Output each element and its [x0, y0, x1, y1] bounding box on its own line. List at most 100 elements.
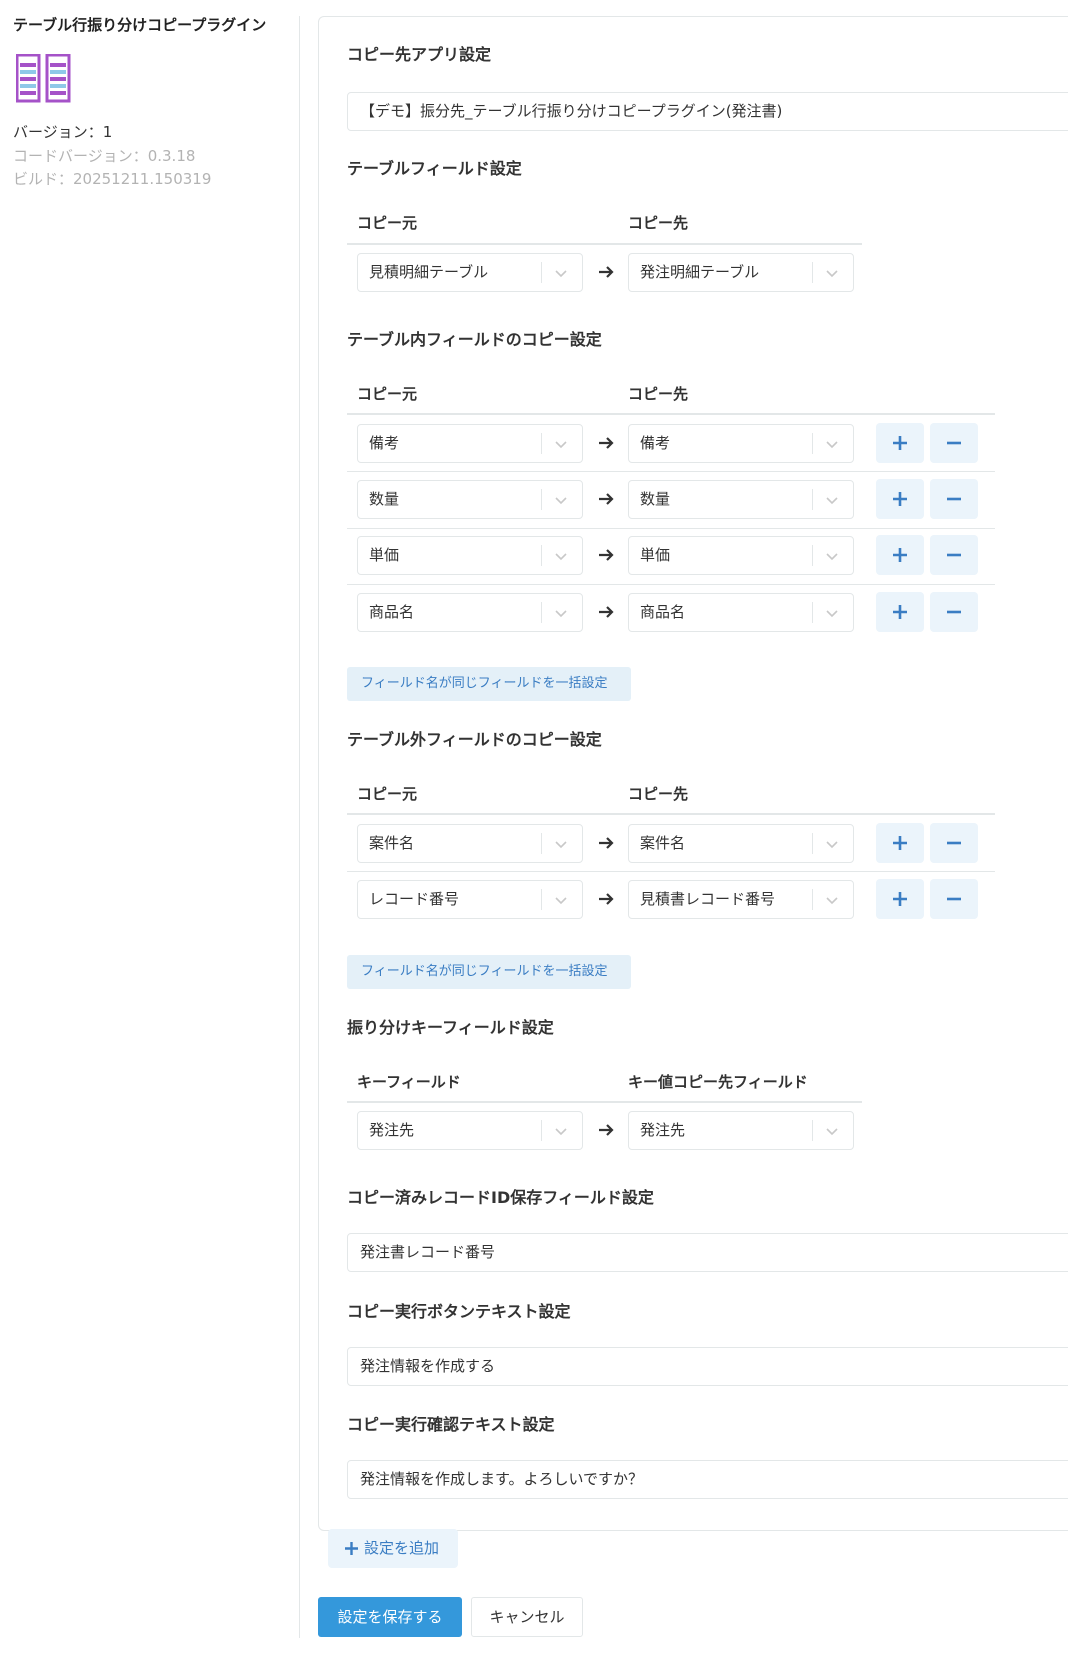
select-separator [541, 433, 542, 454]
arrow-right-icon [599, 549, 614, 561]
select-value: 数量 [640, 490, 671, 508]
remove-row-button[interactable] [930, 479, 978, 519]
select-separator [812, 262, 813, 283]
button-text-input[interactable]: 発注情報を作成する [347, 1347, 1068, 1386]
confirm-text-input[interactable]: 発注情報を作成します。よろしいですか？ [347, 1460, 1068, 1499]
plus-icon [893, 892, 907, 906]
select-value: 備考 [640, 434, 671, 452]
in-table-src-select[interactable]: 備考 [357, 424, 583, 463]
chevron-down-icon [555, 897, 567, 905]
out-table-src-select[interactable]: レコード番号 [357, 880, 583, 919]
select-value: 商品名 [369, 603, 415, 621]
out-table-src-select[interactable]: 案件名 [357, 824, 583, 863]
row-divider [347, 871, 995, 872]
plus-icon [893, 436, 907, 450]
add-row-button[interactable] [876, 423, 924, 463]
chevron-down-icon [826, 497, 838, 505]
select-separator [541, 545, 542, 566]
select-value: 商品名 [640, 603, 686, 621]
in-table-dst-select[interactable]: 備考 [628, 424, 854, 463]
add-row-button[interactable] [876, 535, 924, 575]
minus-icon [947, 553, 961, 557]
remove-row-button[interactable] [930, 535, 978, 575]
dest-app-select[interactable]: 【デモ】振分先_テーブル行振り分けコピープラグイン(発注書) [347, 92, 1068, 131]
select-value: 案件名 [369, 834, 415, 852]
arrow-right-icon [599, 437, 614, 449]
table-field-col-src: コピー元 [357, 214, 418, 232]
copied-id-select[interactable]: 発注書レコード番号 [347, 1233, 1068, 1272]
select-separator [812, 833, 813, 854]
select-value: 発注先 [369, 1121, 415, 1139]
save-button[interactable]: 設定を保存する [318, 1597, 462, 1637]
chevron-down-icon [826, 441, 838, 449]
select-value: 見積書レコード番号 [640, 890, 776, 908]
select-separator [812, 602, 813, 623]
remove-row-button[interactable] [930, 879, 978, 919]
in-table-src-select[interactable]: 単価 [357, 536, 583, 575]
minus-icon [947, 841, 961, 845]
add-row-button[interactable] [876, 479, 924, 519]
remove-row-button[interactable] [930, 823, 978, 863]
key-field-col-src: キーフィールド [357, 1073, 461, 1091]
add-setting-button[interactable]: 設定を追加 [328, 1529, 458, 1568]
in-table-src-select[interactable]: 商品名 [357, 593, 583, 632]
select-value: 数量 [369, 490, 400, 508]
select-value: レコード番号 [369, 890, 460, 908]
select-separator [541, 833, 542, 854]
out-table-dst-select[interactable]: 見積書レコード番号 [628, 880, 854, 919]
in-table-dst-select[interactable]: 単価 [628, 536, 854, 575]
row-divider [347, 584, 995, 585]
add-row-button[interactable] [876, 823, 924, 863]
out-table-header-line [347, 813, 995, 815]
out-table-bulk-set-button[interactable]: フィールド名が同じフィールドを一括設定 [347, 955, 631, 989]
row-divider [347, 528, 995, 529]
remove-row-button[interactable] [930, 592, 978, 632]
in-table-dst-select[interactable]: 数量 [628, 480, 854, 519]
table-field-col-dst: コピー先 [628, 214, 689, 232]
in-table-src-select[interactable]: 数量 [357, 480, 583, 519]
remove-row-button[interactable] [930, 423, 978, 463]
in-table-col-dst: コピー先 [628, 385, 689, 403]
plus-icon [893, 548, 907, 562]
select-separator [541, 1120, 542, 1141]
select-value: 発注明細テーブル [640, 263, 760, 281]
in-table-dst-select[interactable]: 商品名 [628, 593, 854, 632]
in-table-bulk-set-button[interactable]: フィールド名が同じフィールドを一括設定 [347, 667, 631, 701]
plus-icon [893, 492, 907, 506]
cancel-button[interactable]: キャンセル [471, 1597, 583, 1637]
table-field-dst-select[interactable]: 発注明細テーブル [628, 253, 854, 292]
key-field-col-dst: キー値コピー先フィールド [628, 1073, 808, 1091]
key-field-title: 振り分けキーフィールド設定 [347, 1018, 554, 1037]
out-table-dst-select[interactable]: 案件名 [628, 824, 854, 863]
key-field-dst-select[interactable]: 発注先 [628, 1111, 854, 1150]
minus-icon [947, 610, 961, 614]
chevron-down-icon [826, 553, 838, 561]
select-separator [812, 489, 813, 510]
select-value: 単価 [369, 546, 400, 564]
arrow-right-icon [599, 266, 614, 278]
add-row-button[interactable] [876, 879, 924, 919]
select-separator [812, 545, 813, 566]
add-row-button[interactable] [876, 592, 924, 632]
select-value: 備考 [369, 434, 400, 452]
sidebar: テーブル行振り分けコピープラグイン バージョン：1 コードバージョン：0.3.1… [0, 0, 300, 1666]
table-field-title: テーブルフィールド設定 [347, 159, 522, 178]
in-table-title: テーブル内フィールドのコピー設定 [347, 330, 602, 349]
chevron-down-icon [826, 897, 838, 905]
chevron-down-icon [555, 270, 567, 278]
select-separator [541, 262, 542, 283]
code-version-label: コードバージョン：0.3.18 [13, 147, 196, 165]
chevron-down-icon [555, 497, 567, 505]
table-field-src-select[interactable]: 見積明細テーブル [357, 253, 583, 292]
confirm-text-title: コピー実行確認テキスト設定 [347, 1415, 555, 1434]
chevron-down-icon [826, 841, 838, 849]
minus-icon [947, 441, 961, 445]
copied-id-title: コピー済みレコードID保存フィールド設定 [347, 1188, 654, 1207]
select-separator [541, 489, 542, 510]
key-field-src-select[interactable]: 発注先 [357, 1111, 583, 1150]
chevron-down-icon [555, 1128, 567, 1136]
in-table-col-src: コピー元 [357, 385, 418, 403]
row-divider [347, 471, 995, 472]
chevron-down-icon [555, 610, 567, 618]
minus-icon [947, 497, 961, 501]
